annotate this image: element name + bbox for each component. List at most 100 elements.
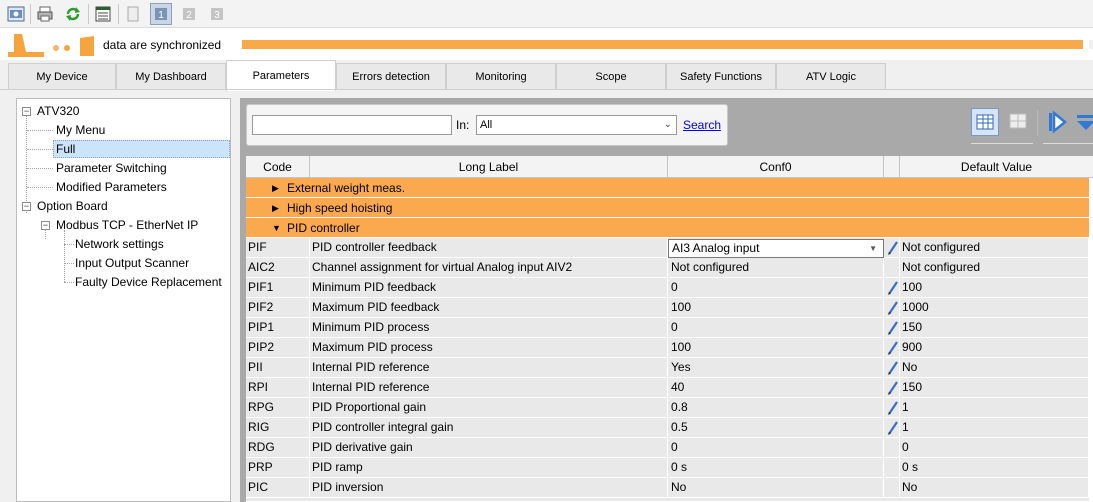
table-row[interactable]: PIF PID controller feedback AI3 Analog i… xyxy=(246,238,1089,258)
cell-conf0[interactable]: 100 xyxy=(668,338,884,357)
tree-node-full[interactable]: Full xyxy=(53,140,230,158)
cell-code: PIP1 xyxy=(246,318,310,337)
table-row[interactable]: RPG PID Proportional gain 0.8 1 xyxy=(246,398,1089,418)
edit-pencil-icon[interactable] xyxy=(887,401,899,415)
cell-conf0[interactable]: 0 s xyxy=(668,458,884,477)
edit-pencil-icon[interactable] xyxy=(887,281,899,295)
edit-pencil-icon[interactable] xyxy=(887,241,899,255)
tree-line xyxy=(27,168,53,169)
search-scope-select[interactable]: All ⌄ xyxy=(476,115,677,135)
cell-conf0[interactable]: 0.5 xyxy=(668,418,884,437)
tree-node-faulty-device-replacement[interactable]: Faulty Device Replacement xyxy=(75,273,222,291)
step-3-icon[interactable]: 3 xyxy=(206,3,228,25)
table-row[interactable]: PRP PID ramp 0 s 0 s xyxy=(246,458,1089,478)
search-button[interactable]: Search xyxy=(683,118,721,132)
step-1-icon[interactable]: 1 xyxy=(150,3,172,25)
print-icon[interactable] xyxy=(34,3,56,25)
cell-conf0[interactable]: No xyxy=(668,478,884,497)
tree-node-parameter-switching[interactable]: Parameter Switching xyxy=(56,159,167,177)
table-row[interactable]: PIP2 Maximum PID process 100 900 xyxy=(246,338,1089,358)
table-row[interactable]: PIF1 Minimum PID feedback 0 100 xyxy=(246,278,1089,298)
tab-my-dashboard[interactable]: My Dashboard xyxy=(116,63,226,90)
table-row[interactable]: RDG PID derivative gain 0 0 xyxy=(246,438,1089,458)
edit-pencil-icon[interactable] xyxy=(887,361,899,375)
tree-line xyxy=(64,244,74,245)
tree-node-modbus-tcp[interactable]: Modbus TCP - EtherNet IP xyxy=(56,216,198,234)
table-row[interactable]: RPI Internal PID reference 40 150 xyxy=(246,378,1089,398)
tab-label: Safety Functions xyxy=(680,71,762,83)
edit-pencil-icon[interactable] xyxy=(887,421,899,435)
cell-conf0[interactable]: 0.8 xyxy=(668,398,884,417)
grid-view-icon[interactable] xyxy=(1005,108,1033,136)
tree-node-label: My Menu xyxy=(56,123,106,137)
tree-node-my-menu[interactable]: My Menu xyxy=(56,121,105,139)
table-row[interactable]: PIP1 Minimum PID process 0 150 xyxy=(246,318,1089,338)
tab-atv-logic[interactable]: ATV Logic xyxy=(776,63,886,90)
document-icon[interactable] xyxy=(122,3,144,25)
cell-long-label: Internal PID reference xyxy=(310,358,668,377)
tab-errors-detection[interactable]: Errors detection xyxy=(336,63,446,90)
tab-scope[interactable]: Scope xyxy=(556,63,666,90)
tree-node-label: Parameter Switching xyxy=(56,161,167,175)
tree-line xyxy=(27,187,53,188)
search-input[interactable] xyxy=(252,115,452,135)
table-row[interactable]: RIG PID controller integral gain 0.5 1 xyxy=(246,418,1089,438)
cell-conf0[interactable]: Not configured xyxy=(668,258,884,277)
sync-animation-icon xyxy=(8,34,94,57)
group-high-speed-hoisting[interactable]: ▶ High speed hoisting xyxy=(246,198,1089,218)
tree-node-network-settings[interactable]: Network settings xyxy=(75,235,164,253)
edit-pencil-icon[interactable] xyxy=(887,321,899,335)
cell-default: 1 xyxy=(900,418,1089,437)
progress-end-cap xyxy=(1089,40,1093,49)
tree-node-modified-parameters[interactable]: Modified Parameters xyxy=(56,178,167,196)
cell-conf0[interactable]: Yes xyxy=(668,358,884,377)
expand-arrow-icon[interactable]: ▶ xyxy=(272,178,279,198)
table-row[interactable]: PIC PID inversion No No xyxy=(246,478,1089,498)
column-header-conf0[interactable]: Conf0 xyxy=(668,156,884,178)
filter-icon[interactable] xyxy=(1071,108,1093,136)
edit-pencil-icon[interactable] xyxy=(887,301,899,315)
play-step-icon[interactable] xyxy=(1043,108,1071,136)
device-settings-icon[interactable] xyxy=(5,3,27,25)
tree-node-atv320[interactable]: ATV320 xyxy=(37,102,79,120)
cell-conf0[interactable]: 0 xyxy=(668,438,884,457)
table-view-icon[interactable] xyxy=(92,3,114,25)
expand-arrow-icon[interactable]: ▶ xyxy=(272,198,279,218)
column-header-code[interactable]: Code xyxy=(246,156,310,178)
edit-pencil-icon[interactable] xyxy=(887,341,899,355)
cell-long-label: Minimum PID feedback xyxy=(310,278,668,297)
tab-my-device[interactable]: My Device xyxy=(8,63,116,90)
tree-line xyxy=(64,282,74,283)
group-pid-controller[interactable]: ▼ PID controller xyxy=(246,218,1089,238)
collapse-icon[interactable]: − xyxy=(22,202,31,211)
cell-conf0[interactable]: 100 xyxy=(668,298,884,317)
collapse-icon[interactable]: − xyxy=(22,107,31,116)
tree-node-option-board[interactable]: Option Board xyxy=(37,197,108,215)
refresh-icon[interactable] xyxy=(62,3,84,25)
conf-select[interactable]: AI3 Analog input ▼ xyxy=(668,239,884,258)
cell-code: PII xyxy=(246,358,310,377)
collapse-arrow-icon[interactable]: ▼ xyxy=(272,218,281,238)
tree-node-label: Full xyxy=(56,142,76,156)
cell-default: Not configured xyxy=(900,238,1089,257)
cell-conf0[interactable]: 40 xyxy=(668,378,884,397)
tab-monitoring[interactable]: Monitoring xyxy=(446,63,556,90)
cell-default: 0 xyxy=(900,438,1089,457)
table-row[interactable]: PII Internal PID reference Yes No xyxy=(246,358,1089,378)
column-header-default-value[interactable]: Default Value xyxy=(900,156,1093,178)
cell-conf0[interactable]: 0 xyxy=(668,278,884,297)
tab-parameters[interactable]: Parameters xyxy=(226,60,336,91)
cell-code: RDG xyxy=(246,438,310,457)
tree-node-io-scanner[interactable]: Input Output Scanner xyxy=(75,254,189,272)
cell-conf0[interactable]: 0 xyxy=(668,318,884,337)
tab-safety-functions[interactable]: Safety Functions xyxy=(666,63,776,90)
edit-pencil-icon[interactable] xyxy=(887,381,899,395)
cell-code: PIF2 xyxy=(246,298,310,317)
step-2-icon[interactable]: 2 xyxy=(178,3,200,25)
table-row[interactable]: PIF2 Maximum PID feedback 100 1000 xyxy=(246,298,1089,318)
table-row[interactable]: AIC2 Channel assignment for virtual Anal… xyxy=(246,258,1089,278)
collapse-icon[interactable]: − xyxy=(41,221,50,230)
group-external-weight-meas[interactable]: ▶ External weight meas. xyxy=(246,178,1089,198)
column-header-long-label[interactable]: Long Label xyxy=(310,156,668,178)
table-view-icon[interactable] xyxy=(971,108,999,136)
